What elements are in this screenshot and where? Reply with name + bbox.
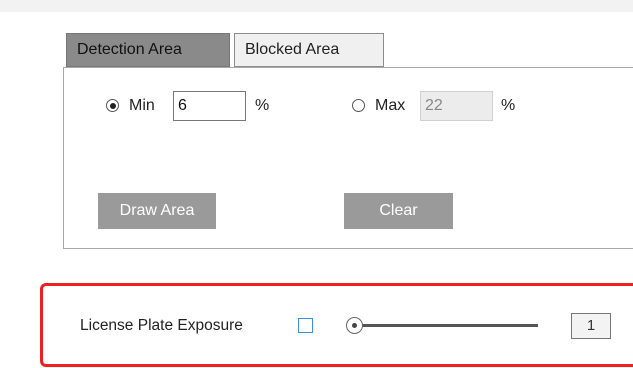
exposure-slider-track[interactable] <box>352 324 538 327</box>
min-radio[interactable] <box>106 99 119 112</box>
license-plate-exposure-checkbox[interactable] <box>298 318 313 333</box>
max-unit: % <box>501 97 516 114</box>
min-label: Min <box>129 97 155 114</box>
top-strip <box>0 0 633 12</box>
min-input[interactable] <box>173 91 246 121</box>
exposure-value-box: 1 <box>571 313 611 339</box>
license-plate-exposure-label: License Plate Exposure <box>80 317 243 334</box>
max-label: Max <box>375 97 406 114</box>
max-input[interactable] <box>420 91 493 121</box>
draw-area-button[interactable]: Draw Area <box>98 193 216 229</box>
settings-panel: Detection Area Blocked Area Min % Max % … <box>0 0 633 368</box>
min-unit: % <box>255 97 270 114</box>
tab-blocked-area[interactable]: Blocked Area <box>234 33 384 67</box>
exposure-slider-thumb[interactable] <box>346 317 363 334</box>
clear-button[interactable]: Clear <box>344 193 453 229</box>
max-radio[interactable] <box>352 99 365 112</box>
tab-detection-area[interactable]: Detection Area <box>66 33 230 67</box>
